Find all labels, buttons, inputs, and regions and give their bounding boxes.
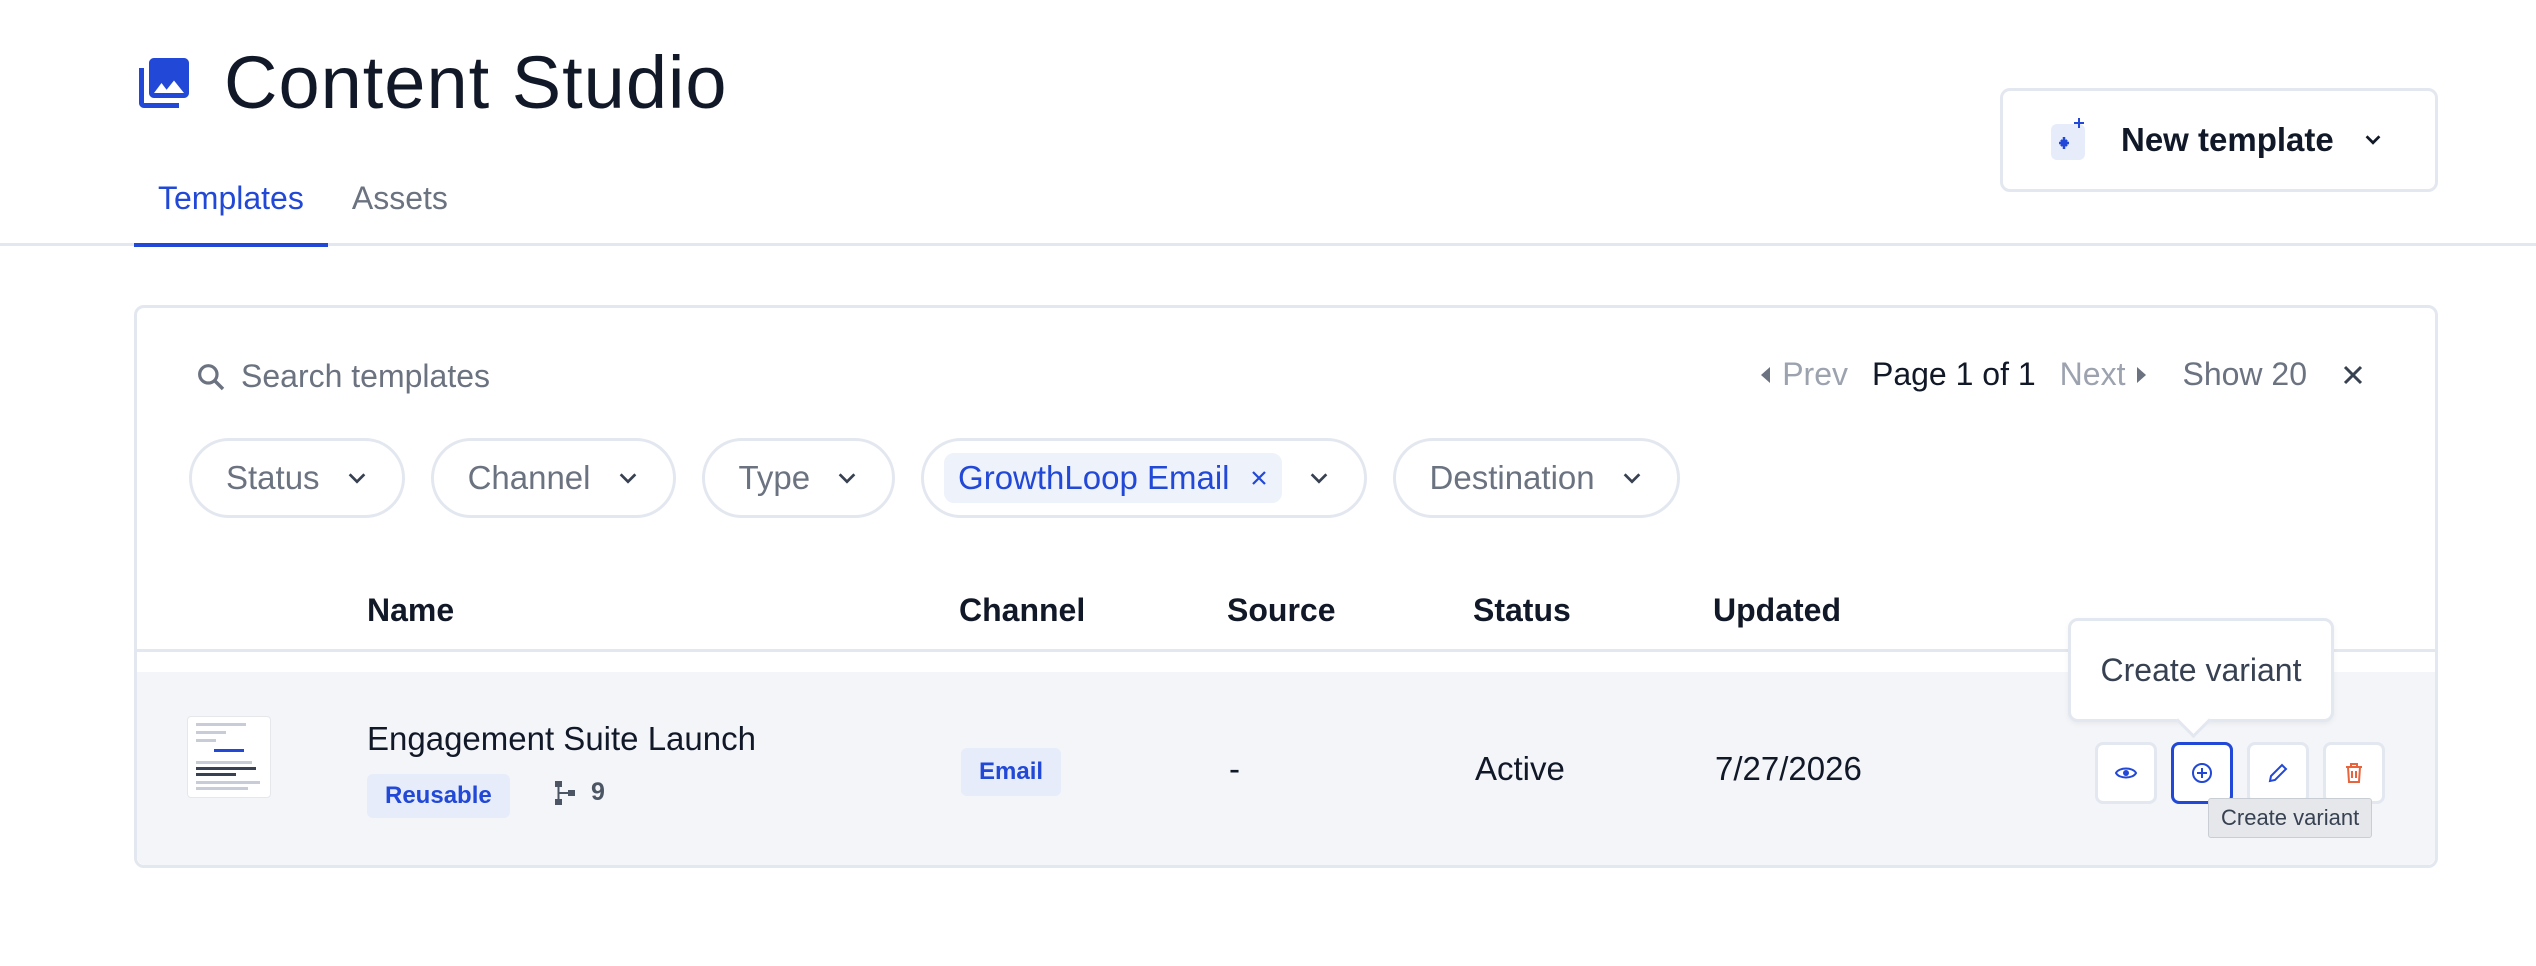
prev-label: Prev	[1782, 356, 1848, 392]
filter-channel[interactable]: Channel	[430, 438, 676, 518]
page-title: Content Studio	[224, 41, 728, 124]
trash-icon	[2346, 763, 2362, 783]
chevron-down-icon	[348, 473, 365, 484]
caret-left-icon	[1761, 366, 1771, 383]
column-header-updated[interactable]: Updated	[1713, 592, 1841, 629]
create-variant-popover: Create variant	[2068, 618, 2334, 722]
create-variant-tooltip: Create variant	[2208, 798, 2373, 838]
chevron-down-icon	[1310, 473, 1327, 484]
chevron-down-icon	[1623, 473, 1640, 484]
column-header-channel[interactable]: Channel	[959, 592, 1085, 629]
page-indicator: Page 1 of 1	[1871, 356, 2036, 392]
channel-badge: Email	[961, 748, 1062, 796]
caret-right-icon	[2137, 366, 2147, 383]
tab-bar: Templates Assets	[134, 170, 472, 247]
filter-status[interactable]: Status	[189, 438, 405, 518]
close-icon[interactable]	[2341, 363, 2365, 387]
chevron-down-icon	[2365, 135, 2381, 145]
search-icon	[198, 363, 225, 390]
page-header: Content Studio Templates Assets New temp…	[0, 0, 2536, 247]
new-template-button[interactable]: New template	[2000, 88, 2438, 192]
column-header-source[interactable]: Source	[1227, 592, 1335, 629]
search-bar	[195, 358, 841, 395]
reusable-badge: Reusable	[367, 774, 510, 818]
delete-button[interactable]	[2323, 742, 2385, 804]
tab-assets[interactable]: Assets	[328, 170, 472, 247]
row-actions	[2095, 742, 2399, 804]
next-page-button[interactable]: Next	[2060, 356, 2147, 393]
templates-card: Prev Page 1 of 1 Next Show 20 Status Cha…	[134, 305, 2438, 868]
filter-destination[interactable]: Destination	[1392, 438, 1680, 518]
variant-count: 9	[553, 778, 605, 807]
filter-type[interactable]: Type	[701, 438, 896, 518]
pagination: Prev Page 1 of 1 Next Show 20	[1761, 356, 2365, 393]
variant-count-value: 9	[591, 778, 605, 806]
template-name[interactable]: Engagement Suite Launch	[367, 720, 756, 758]
preview-button[interactable]	[2095, 742, 2157, 804]
edit-button[interactable]	[2247, 742, 2309, 804]
filter-bar: Status Channel Type GrowthLoop Email Des…	[189, 438, 1706, 518]
pencil-icon	[2268, 763, 2288, 783]
chevron-down-icon	[619, 473, 636, 484]
eye-icon	[2114, 767, 2138, 779]
image-gallery-icon	[139, 57, 189, 108]
title-row: Content Studio	[134, 40, 728, 125]
column-header-name[interactable]: Name	[367, 592, 454, 629]
column-header-status[interactable]: Status	[1473, 592, 1571, 629]
new-template-label: New template	[2121, 121, 2334, 158]
filter-status-label: Status	[226, 459, 320, 496]
filter-type-label: Type	[738, 459, 811, 496]
template-thumbnail	[187, 716, 271, 798]
status-cell: Active	[1475, 750, 1565, 787]
filter-channel-label: Channel	[467, 459, 591, 496]
next-label: Next	[2059, 356, 2126, 392]
active-filter-chip: GrowthLoop Email	[944, 453, 1282, 503]
sparkle-icon	[2051, 118, 2085, 160]
updated-cell: 7/27/2026	[1715, 750, 1862, 787]
source-cell: -	[1229, 750, 1240, 787]
chevron-down-icon	[838, 473, 856, 484]
prev-page-button[interactable]: Prev	[1761, 356, 1848, 393]
filter-destination-type[interactable]: GrowthLoop Email	[921, 438, 1367, 518]
tab-templates[interactable]: Templates	[134, 170, 328, 247]
page-size-select[interactable]: Show 20	[2182, 356, 2307, 393]
create-variant-button[interactable]	[2171, 742, 2233, 804]
remove-filter-icon[interactable]	[1250, 469, 1268, 487]
active-filter-label: GrowthLoop Email	[958, 459, 1230, 496]
search-input[interactable]	[241, 358, 841, 395]
hierarchy-icon	[555, 780, 575, 805]
add-circle-icon	[2192, 763, 2212, 783]
filter-destination-label: Destination	[1429, 459, 1595, 496]
